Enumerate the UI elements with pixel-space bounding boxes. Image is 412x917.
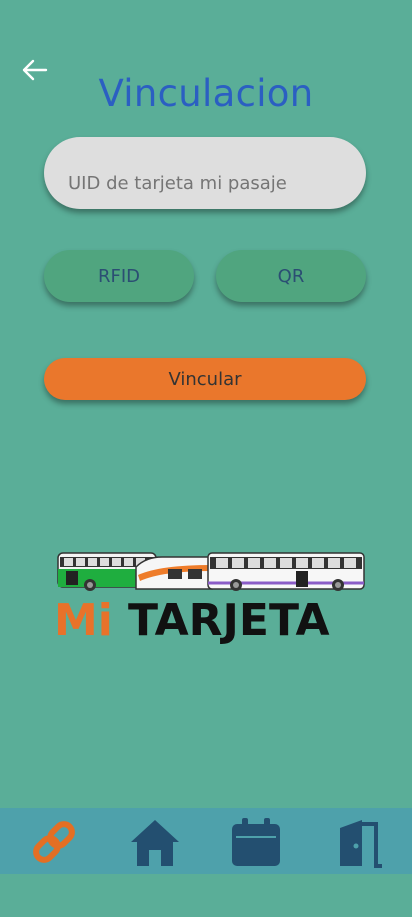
- qr-button[interactable]: QR: [216, 250, 366, 302]
- rfid-label: RFID: [97, 265, 141, 287]
- calendar-icon: [232, 818, 280, 866]
- home-icon: [131, 820, 179, 866]
- vincular-button[interactable]: Vincular: [44, 358, 366, 400]
- nav-exit-button[interactable]: [330, 814, 386, 870]
- logo-tarjeta-text: TARJETA: [128, 595, 330, 645]
- nav-link-button[interactable]: [26, 814, 82, 870]
- nav-calendar-button[interactable]: [228, 814, 284, 870]
- nav-home-button[interactable]: [127, 814, 183, 870]
- exit-door-icon: [336, 820, 382, 868]
- uid-input[interactable]: [44, 137, 366, 209]
- link-icon: [33, 821, 75, 863]
- page-title: Vinculacion: [98, 72, 314, 115]
- qr-label: QR: [277, 265, 305, 287]
- vincular-label: Vincular: [168, 368, 242, 390]
- white-orange-bus-image: [135, 556, 213, 590]
- logo-mi-text: Mi: [54, 595, 113, 645]
- bottom-nav: [0, 808, 412, 874]
- rfid-button[interactable]: RFID: [44, 250, 194, 302]
- white-purple-bus-image: [207, 552, 365, 591]
- mi-tarjeta-logo: Mi TARJETA: [54, 552, 365, 645]
